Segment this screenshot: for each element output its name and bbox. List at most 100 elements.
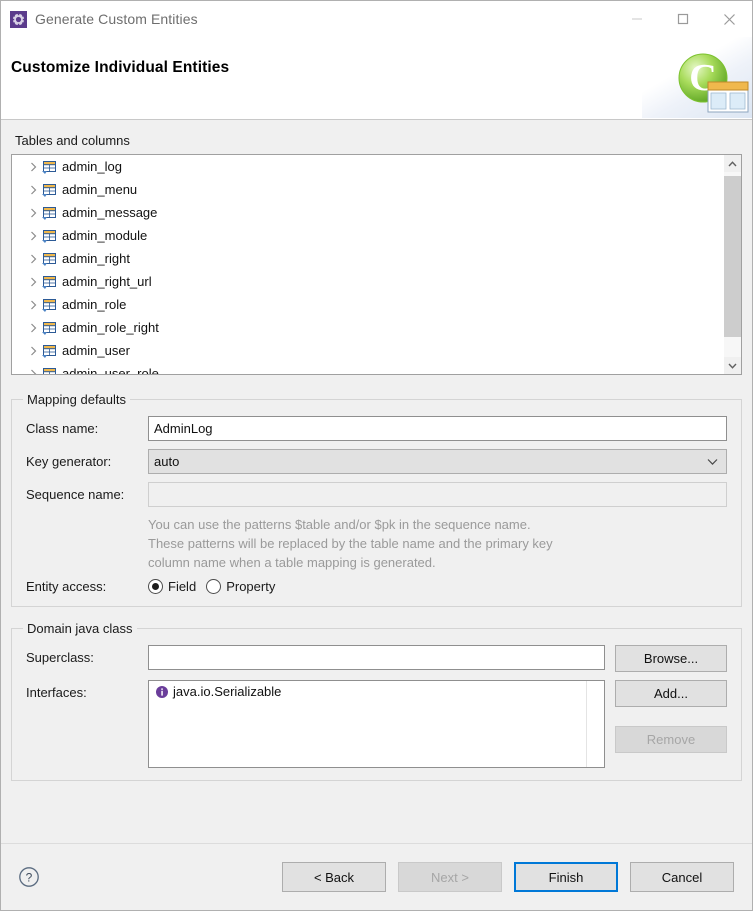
table-icon xyxy=(41,297,57,313)
tree-item-admin-user-role[interactable]: admin_user_role xyxy=(12,362,723,374)
scrollbar-track[interactable] xyxy=(724,172,741,357)
remove-button: Remove xyxy=(615,726,727,753)
maximize-icon[interactable] xyxy=(660,1,706,37)
close-icon[interactable] xyxy=(706,1,752,37)
tree-item-admin-log[interactable]: admin_log xyxy=(12,155,723,178)
domain-java-class-title: Domain java class xyxy=(23,621,137,636)
list-item[interactable]: java.io.Serializable xyxy=(149,681,604,702)
entity-access-property-label: Property xyxy=(226,579,275,594)
chevron-right-icon[interactable] xyxy=(25,323,41,333)
entity-access-field-radio[interactable]: Field xyxy=(148,579,196,594)
superclass-row: Superclass: Browse... xyxy=(26,645,727,672)
tree-item-admin-right-url[interactable]: admin_right_url xyxy=(12,270,723,293)
entity-access-row: Entity access: Field Property xyxy=(26,579,727,594)
key-generator-value: auto xyxy=(154,454,179,469)
table-icon xyxy=(41,251,57,267)
class-name-input[interactable] xyxy=(148,416,727,441)
title-bar: Generate Custom Entities xyxy=(1,1,752,37)
table-icon xyxy=(41,320,57,336)
tree-item-admin-role[interactable]: admin_role xyxy=(12,293,723,316)
entity-access-property-radio[interactable]: Property xyxy=(206,579,275,594)
key-generator-combo[interactable]: auto xyxy=(148,449,727,474)
chevron-down-icon[interactable] xyxy=(707,458,718,465)
tree-item-label: admin_right_url xyxy=(62,274,152,289)
window-title: Generate Custom Entities xyxy=(35,11,198,27)
chevron-up-icon[interactable] xyxy=(724,155,741,172)
key-generator-row: Key generator: auto xyxy=(26,449,727,474)
superclass-label: Superclass: xyxy=(26,645,148,670)
page-title: Customize Individual Entities xyxy=(11,59,229,77)
tree-item-label: admin_user xyxy=(62,343,130,358)
tree-item-label: admin_role_right xyxy=(62,320,159,335)
tree-item-label: admin_role xyxy=(62,297,126,312)
entity-access-label: Entity access: xyxy=(26,579,148,594)
dialog-body: Tables and columns xyxy=(1,120,752,843)
table-icon xyxy=(41,205,57,221)
chevron-right-icon[interactable] xyxy=(25,162,41,172)
tree-item-label: admin_log xyxy=(62,159,122,174)
table-icon xyxy=(41,366,57,375)
entity-access-field-label: Field xyxy=(168,579,196,594)
chevron-right-icon[interactable] xyxy=(25,277,41,287)
finish-button[interactable]: Finish xyxy=(514,862,618,892)
dialog-footer: ? < Back Next > Finish Cancel xyxy=(1,843,752,910)
hint-line-3: column name when a table mapping is gene… xyxy=(148,553,727,572)
chevron-down-icon[interactable] xyxy=(724,357,741,374)
add-button[interactable]: Add... xyxy=(615,680,727,707)
help-icon[interactable]: ? xyxy=(18,866,40,888)
green-c-table-icon: C xyxy=(670,50,750,116)
tree-item-admin-menu[interactable]: admin_menu xyxy=(12,178,723,201)
domain-java-class-group: Domain java class Superclass: Browse... … xyxy=(11,628,742,781)
interfaces-label: Interfaces: xyxy=(26,680,148,705)
minimize-icon[interactable] xyxy=(614,1,660,37)
tree-item-label: admin_right xyxy=(62,251,130,266)
tables-tree[interactable]: admin_log adm xyxy=(11,154,742,375)
tree-item-admin-user[interactable]: admin_user xyxy=(12,339,723,362)
gear-icon xyxy=(10,11,27,28)
radio-dot-icon xyxy=(148,579,163,594)
tree-item-admin-message[interactable]: admin_message xyxy=(12,201,723,224)
tree-item-admin-module[interactable]: admin_module xyxy=(12,224,723,247)
tree-item-admin-role-right[interactable]: admin_role_right xyxy=(12,316,723,339)
mapping-defaults-title: Mapping defaults xyxy=(23,392,130,407)
table-icon xyxy=(41,159,57,175)
tree-vertical-scrollbar[interactable] xyxy=(723,155,741,374)
table-icon xyxy=(41,228,57,244)
chevron-right-icon[interactable] xyxy=(25,185,41,195)
cancel-button[interactable]: Cancel xyxy=(630,862,734,892)
hint-line-2: These patterns will be replaced by the t… xyxy=(148,534,727,553)
interfaces-list[interactable]: java.io.Serializable xyxy=(148,680,605,768)
scrollbar-thumb[interactable] xyxy=(724,176,741,337)
sequence-name-label: Sequence name: xyxy=(26,487,148,502)
chevron-right-icon[interactable] xyxy=(25,231,41,241)
tree-item-label: admin_menu xyxy=(62,182,137,197)
class-name-label: Class name: xyxy=(26,421,148,436)
chevron-right-icon[interactable] xyxy=(25,346,41,356)
back-button[interactable]: < Back xyxy=(282,862,386,892)
header-banner: C xyxy=(642,37,752,118)
hint-line-1: You can use the patterns $table and/or $… xyxy=(148,515,727,534)
sequence-name-row: Sequence name: xyxy=(26,482,727,507)
tree-item-label: admin_module xyxy=(62,228,147,243)
table-icon xyxy=(41,343,57,359)
superclass-input[interactable] xyxy=(148,645,605,670)
tree-items: admin_log adm xyxy=(12,155,723,374)
dialog-header: Customize Individual Entities C xyxy=(1,37,752,120)
footer-buttons: < Back Next > Finish Cancel xyxy=(282,862,734,892)
table-icon xyxy=(41,182,57,198)
tables-and-columns-label: Tables and columns xyxy=(15,133,742,148)
browse-button[interactable]: Browse... xyxy=(615,645,727,672)
tree-item-admin-right[interactable]: admin_right xyxy=(12,247,723,270)
key-generator-label: Key generator: xyxy=(26,454,148,469)
interfaces-row: Interfaces: java.io.Serializable xyxy=(26,680,727,768)
java-interface-icon xyxy=(155,685,169,699)
chevron-right-icon[interactable] xyxy=(25,254,41,264)
generate-custom-entities-dialog: Generate Custom Entities Customize Indiv… xyxy=(0,0,753,911)
sequence-name-input[interactable] xyxy=(148,482,727,507)
mapping-defaults-group: Mapping defaults Class name: Key generat… xyxy=(11,399,742,607)
tree-item-label: admin_message xyxy=(62,205,157,220)
sequence-name-hint: You can use the patterns $table and/or $… xyxy=(148,515,727,572)
chevron-right-icon[interactable] xyxy=(25,300,41,310)
chevron-right-icon[interactable] xyxy=(25,208,41,218)
chevron-right-icon[interactable] xyxy=(25,369,41,375)
